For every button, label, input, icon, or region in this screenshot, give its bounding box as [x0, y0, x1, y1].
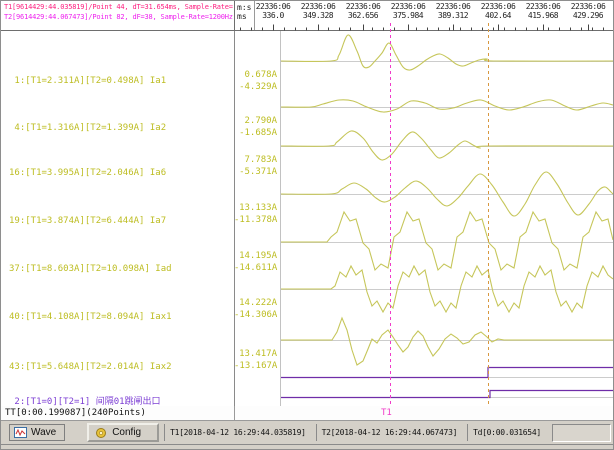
header-bar: T1[9614429:44.035819]/Point 44, dT=31.65… [1, 1, 614, 31]
panel-divider [234, 31, 235, 421]
scale-max-Ia7: 13.133A [234, 203, 277, 213]
scale-max-Ia2: 2.790A [234, 116, 277, 126]
scale-max-Ia1: 0.678A [234, 70, 277, 80]
wave-icon [14, 427, 27, 438]
header-divider [234, 1, 235, 30]
time-tick-label: 22336:06442.624 [609, 2, 614, 20]
channel-label-Iax1[interactable]: 40:[T1=4.108A][T2=8.094A] Iax1 [9, 312, 172, 322]
config-button-label: Config [112, 427, 141, 438]
tab-wave[interactable]: Wave [9, 424, 65, 441]
t2-cursor-info: T2[9614429:44.067473]/Point 82, dF=38, S… [4, 13, 233, 21]
time-unit-minsec: m:s [237, 3, 251, 12]
time-tick-label: 22336:06336.0 [255, 2, 297, 20]
time-unit-ms: ms [237, 12, 247, 21]
time-tick-label: 22336:06362.656 [339, 2, 387, 20]
taskbar-t1-time: T1[2018-04-12 16:29:44.035819] [164, 424, 311, 441]
window-bottom-edge [1, 444, 614, 450]
t1-cursor-info: T1[9614429:44.035819]/Point 44, dT=31.65… [4, 3, 233, 11]
t1-cursor-tag[interactable]: T1 [381, 408, 392, 418]
scale-min-Iad: -14.611A [234, 263, 277, 273]
scale-min-Ia1: -4.329A [234, 82, 277, 92]
status-divider [234, 406, 235, 421]
channel-label-Iad[interactable]: 37:[T1=8.603A][T2=10.098A] Iad [9, 264, 172, 274]
scale-min-Iax2: -13.167A [234, 361, 277, 371]
scale-min-Iax1: -14.306A [234, 310, 277, 320]
scale-max-Iax2: 13.417A [234, 349, 277, 359]
scale-max-Iad: 14.195A [234, 251, 277, 261]
taskbar-td-delta: Td[0:00.031654] [467, 424, 546, 441]
config-button[interactable]: Config [87, 423, 159, 442]
wave-viewer-window: T1[9614429:44.035819]/Point 44, dT=31.65… [0, 0, 614, 450]
channel-label-Ia7[interactable]: 19:[T1=3.874A][T2=6.444A] Ia7 [9, 216, 166, 226]
plot-divider [280, 31, 281, 406]
scale-min-Ia6: -5.371A [234, 167, 277, 177]
time-tick-label: 22336:06349.328 [294, 2, 342, 20]
config-icon [95, 427, 107, 439]
time-tick-label: 22336:06415.968 [519, 2, 567, 20]
taskbar-filler [552, 424, 611, 442]
time-tick-label: 22336:06375.984 [384, 2, 432, 20]
time-tick-label: 22336:06402.64 [474, 2, 522, 20]
channel-label-Iax2[interactable]: 43:[T1=5.648A][T2=2.014A] Iax2 [9, 362, 172, 372]
time-tick-label: 22336:06429.296 [564, 2, 612, 20]
scale-max-Ia6: 7.783A [234, 155, 277, 165]
scale-min-Ia7: -11.378A [234, 215, 277, 225]
scale-max-Iax1: 14.222A [234, 298, 277, 308]
status-row: TT[0:00.199087](240Points) T1 [1, 406, 614, 421]
bottom-taskbar: Wave Config T1[2018-04-12 16:29:44.03581… [1, 421, 614, 444]
scale-min-Ia2: -1.685A [234, 128, 277, 138]
main-area: 1:[T1=2.311A][T2=0.498A] Ia1 4:[T1=1.316… [1, 31, 614, 406]
cursor-info-panel: T1[9614429:44.035819]/Point 44, dT=31.65… [3, 1, 233, 30]
channel-label-Ia1[interactable]: 1:[T1=2.311A][T2=0.498A] Ia1 [9, 76, 166, 86]
time-axis: 22336:06336.022336:06349.32822336:06362.… [255, 1, 614, 30]
tab-wave-label: Wave [31, 427, 56, 438]
channel-label-Ia6[interactable]: 16:[T1=3.995A][T2=2.046A] Ia6 [9, 168, 166, 178]
total-time-readout: TT[0:00.199087](240Points) [5, 408, 146, 418]
taskbar-t2-time: T2[2018-04-12 16:29:44.067473] [316, 424, 463, 441]
time-tick-label: 22336:06389.312 [429, 2, 477, 20]
channel-label-Ia2[interactable]: 4:[T1=1.316A][T2=1.399A] Ia2 [9, 123, 166, 133]
